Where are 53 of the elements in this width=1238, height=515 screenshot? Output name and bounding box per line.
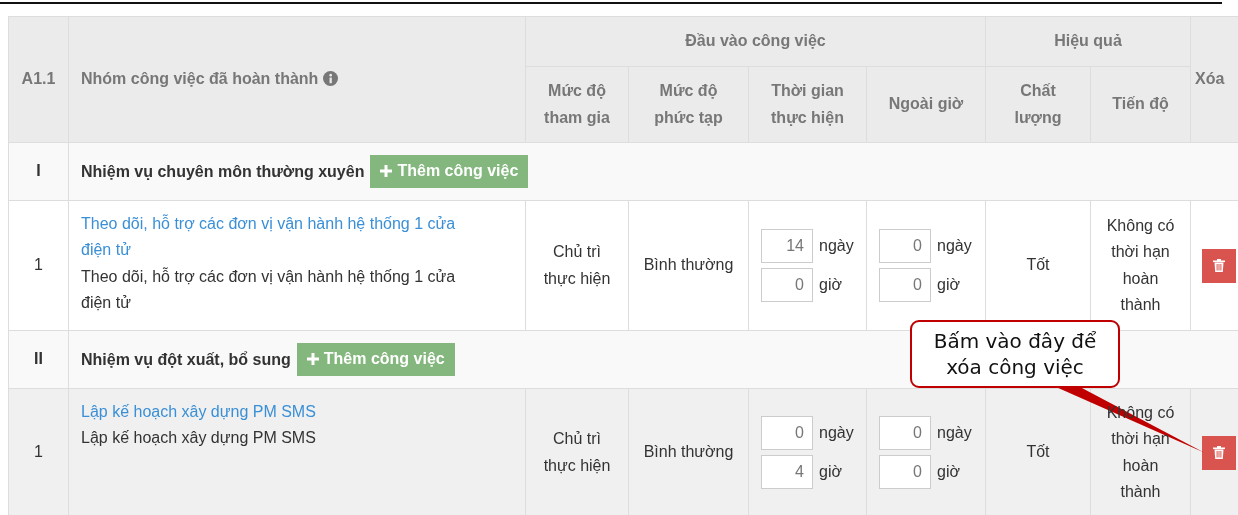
unit-label: ngày (819, 235, 854, 256)
add-task-button[interactable]: Thêm công việc (296, 343, 455, 376)
column-header: Xóa (1190, 16, 1238, 143)
number-field[interactable]: 0 (879, 416, 931, 450)
number-field[interactable]: 0 (761, 416, 813, 450)
trash-icon (1213, 259, 1225, 272)
section-number: II (8, 330, 69, 389)
column-header: Mức độ phức tạp (628, 66, 749, 143)
table-cell: Tốt (985, 388, 1091, 515)
number-field[interactable]: 0 (761, 268, 813, 302)
unit-label: ngày (819, 422, 854, 443)
row-number: 1 (8, 388, 69, 515)
plus-icon (306, 353, 319, 366)
add-task-button[interactable]: Thêm công việc (370, 155, 529, 188)
table-cell: Không có thời hạn hoàn thành (1106, 216, 1175, 313)
column-header: Tiến độ (1090, 66, 1191, 143)
column-header: Mức độ tham gia (525, 66, 629, 143)
unit-label: giờ (819, 461, 842, 482)
task-link[interactable]: Lập kế hoạch xây dựng PM SMS (81, 399, 489, 426)
section-number: I (8, 142, 69, 201)
group-header: Hiệu quả (985, 16, 1191, 67)
number-field[interactable]: 0 (879, 229, 931, 263)
number-field[interactable]: 0 (879, 455, 931, 489)
row-number: 1 (8, 200, 69, 331)
task-description: Lập kế hoạch xây dựng PM SMS (81, 428, 317, 449)
column-header: Ngoài giờ (866, 66, 986, 143)
unit-label: giờ (819, 274, 842, 295)
number-field[interactable]: 4 (761, 455, 813, 489)
unit-label: giờ (937, 274, 960, 295)
section-title: Nhiệm vụ đột xuất, bổ sung (81, 351, 291, 369)
delete-button[interactable] (1202, 435, 1236, 470)
section-title: Nhiệm vụ chuyên môn thường xuyên (81, 163, 365, 181)
task-link[interactable]: Theo dõi, hỗ trợ các đơn vị vận hành hệ thống 1 cửa điện tử (81, 211, 489, 264)
column-header: Chất lượng (985, 66, 1091, 143)
column-header: A1.1 (8, 16, 69, 143)
info-icon (322, 71, 338, 87)
table-cell: Chủ trì thực hiện (525, 200, 629, 331)
column-header: Thời gian thực hiện (748, 66, 867, 143)
table-cell: Bình thường (628, 388, 749, 515)
task-description: Theo dõi, hỗ trợ các đơn vị vận hành hệ thống 1 cửa điện tử (81, 266, 457, 314)
group-header: Đầu vào công việc (525, 16, 986, 67)
unit-label: giờ (937, 461, 960, 482)
plus-icon (380, 165, 393, 178)
delete-button[interactable] (1202, 248, 1236, 283)
table-cell: Bình thường (628, 200, 749, 331)
number-field[interactable]: 14 (761, 229, 813, 263)
unit-label: ngày (937, 422, 972, 443)
column-header: Nhóm công việc đã hoàn thành (81, 70, 319, 88)
trash-icon (1213, 446, 1225, 459)
number-field[interactable]: 0 (879, 268, 931, 302)
table-cell: Chủ trì thực hiện (525, 388, 629, 515)
unit-label: ngày (937, 235, 972, 256)
callout: Bấm vào đây để xóa công việc (910, 320, 1120, 388)
